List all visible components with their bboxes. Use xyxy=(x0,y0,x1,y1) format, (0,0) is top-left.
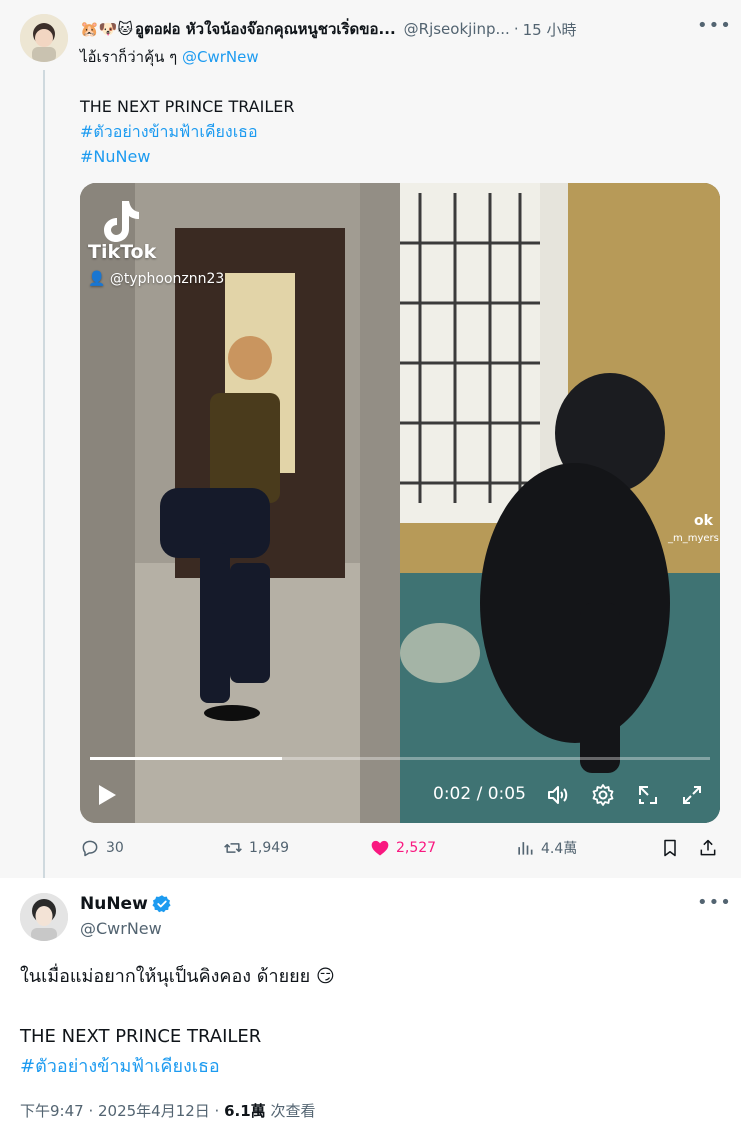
like-button[interactable]: 2,527 xyxy=(370,838,436,858)
more-options-icon[interactable]: ••• xyxy=(697,892,732,913)
fullscreen-icon[interactable] xyxy=(680,783,704,807)
verified-badge-icon[interactable] xyxy=(152,894,172,914)
video-timecode: 0:02 / 0:05 xyxy=(433,784,526,804)
bookmark-button[interactable] xyxy=(660,838,686,858)
reply-title-line: THE NEXT PRINCE TRAILER xyxy=(80,97,295,116)
views-button[interactable]: 4.4萬 xyxy=(515,838,577,858)
retweet-icon xyxy=(224,843,242,853)
main-title-line: THE NEXT PRINCE TRAILER xyxy=(20,1026,262,1047)
right-watermark-username: _m_myers xyxy=(668,533,719,544)
reply-action-bar: 30 1,949 2,527 4.4萬 xyxy=(80,838,725,866)
video-progress-bar[interactable] xyxy=(90,757,710,760)
main-body: ในเมื่อแม่อยากให้นุเป็นคิงคอง ด้ายยย 😏 T… xyxy=(20,962,335,1082)
reply-icon xyxy=(82,840,98,857)
main-timestamp[interactable]: 下午9:47 · 2025年4月12日 · xyxy=(20,1102,224,1120)
share-icon xyxy=(700,839,716,856)
name-emoji: 🐹🐶🐱 xyxy=(80,20,133,38)
like-count: 2,527 xyxy=(396,840,437,856)
separator-dot: · xyxy=(513,20,519,38)
more-options-icon[interactable]: ••• xyxy=(697,15,732,36)
video-player[interactable]: TikTok 👤 @typhoonznn23 ok _m_myers 0:02 … xyxy=(80,183,720,823)
reply-author-avatar[interactable] xyxy=(20,14,68,62)
main-meta: 下午9:47 · 2025年4月12日 · 6.1萬 次查看 xyxy=(20,1100,315,1121)
main-author-avatar[interactable] xyxy=(20,893,68,941)
reply-timestamp[interactable]: 15 小時 xyxy=(523,19,577,40)
thread-line xyxy=(43,70,45,878)
retweet-count: 1,949 xyxy=(249,840,290,856)
hashtag-link[interactable]: #ตัวอย่างข้ามฟ้าเคียงเธอ xyxy=(20,1052,335,1082)
reply-button[interactable]: 30 xyxy=(80,838,124,858)
dock-icon[interactable] xyxy=(636,783,660,807)
main-display-name-row: NuNew xyxy=(80,894,172,914)
main-views-label: 次查看 xyxy=(265,1102,316,1120)
reply-mention-link[interactable]: @CwrNew xyxy=(182,48,259,66)
volume-icon[interactable] xyxy=(546,783,570,807)
reply-body: THE NEXT PRINCE TRAILER #ตัวอย่างข้ามฟ้า… xyxy=(80,94,294,169)
main-handle[interactable]: @CwrNew xyxy=(80,919,162,938)
reply-handle[interactable]: @Rjseokjinp... xyxy=(404,20,510,38)
reply-tweet[interactable]: 🐹🐶🐱 อูตอฝอ หัวใจน้องจ๊อกคุณหนูชวเริ่ดขอ.… xyxy=(0,0,741,878)
reply-context: ไอ้เราก็ว่าคุ้น ๆ @CwrNew xyxy=(80,45,259,69)
hashtag-link[interactable]: #NuNew xyxy=(80,144,294,169)
video-progress-fill xyxy=(90,757,283,760)
tiktok-username: 👤 @typhoonznn23 xyxy=(88,271,225,287)
tiktok-watermark: TikTok xyxy=(88,241,157,263)
bookmark-icon xyxy=(664,839,676,857)
share-button[interactable] xyxy=(698,838,724,858)
main-body-line: ในเมื่อแม่อยากให้นุเป็นคิงคอง ด้ายยย 😏 xyxy=(20,966,335,987)
reply-context-text: ไอ้เราก็ว่าคุ้น ๆ xyxy=(80,48,178,66)
view-count: 4.4萬 xyxy=(541,841,578,857)
reply-count: 30 xyxy=(106,840,124,856)
main-display-name[interactable]: NuNew xyxy=(80,894,148,914)
right-watermark: ok xyxy=(694,513,713,529)
hashtag-link[interactable]: #ตัวอย่างข้ามฟ้าเคียงเธอ xyxy=(80,119,294,144)
reply-header: 🐹🐶🐱 อูตอฝอ หัวใจน้องจ๊อกคุณหนูชวเริ่ดขอ.… xyxy=(80,17,730,41)
views-icon xyxy=(518,842,533,855)
main-views-count: 6.1萬 xyxy=(224,1102,266,1120)
reply-display-name[interactable]: อูตอฝอ หัวใจน้องจ๊อกคุณหนูชวเริ่ดขอ... xyxy=(135,17,396,41)
tiktok-logo-icon xyxy=(104,201,139,242)
retweet-button[interactable]: 1,949 xyxy=(223,838,289,858)
play-icon[interactable] xyxy=(96,783,118,807)
video-right-frame xyxy=(400,183,720,823)
gear-icon[interactable] xyxy=(591,783,615,807)
heart-icon xyxy=(371,840,389,856)
